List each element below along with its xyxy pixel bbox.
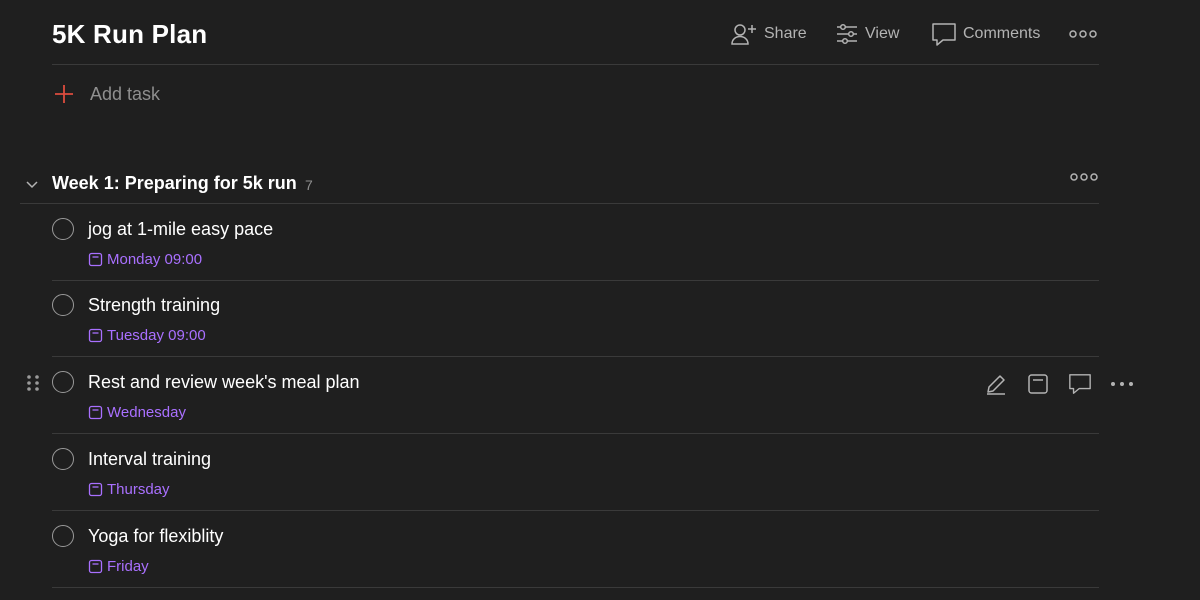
comments-label: Comments <box>963 25 1041 42</box>
task-item[interactable]: jog at 1-mile easy pace Monday 09:00 <box>52 204 1099 281</box>
due-date-label: Thursday <box>107 481 170 498</box>
task-more-button[interactable] <box>1110 372 1134 396</box>
section-title[interactable]: Week 1: Preparing for 5k run <box>52 173 297 194</box>
task-comment-button[interactable] <box>1068 372 1092 396</box>
more-horizontal-icon[interactable] <box>1070 172 1098 182</box>
page-header: 5K Run Plan Share View Comments <box>52 0 1099 65</box>
task-hover-actions <box>984 372 1134 396</box>
task-item[interactable]: Yoga for flexiblity Friday <box>52 511 1099 588</box>
task-name[interactable]: jog at 1-mile easy pace <box>88 219 273 240</box>
task-checkbox[interactable] <box>52 371 74 393</box>
view-sliders-icon <box>837 23 857 45</box>
section-task-count: 7 <box>305 177 313 193</box>
task-due-date[interactable]: Wednesday <box>88 404 186 421</box>
share-button[interactable]: Share <box>730 20 807 48</box>
more-horizontal-icon <box>1069 30 1097 38</box>
calendar-icon <box>88 405 103 420</box>
share-person-icon <box>731 24 756 45</box>
due-date-label: Friday <box>107 558 149 575</box>
comment-icon <box>1069 374 1091 394</box>
task-due-date[interactable]: Monday 09:00 <box>88 251 202 268</box>
page-title: 5K Run Plan <box>52 19 208 49</box>
comments-button[interactable]: Comments <box>931 20 1040 48</box>
due-date-label: Monday 09:00 <box>107 251 203 268</box>
task-checkbox[interactable] <box>52 525 74 547</box>
set-due-date-button[interactable] <box>1026 372 1050 396</box>
calendar-icon <box>88 252 103 267</box>
add-task-button[interactable]: Add task <box>52 80 160 108</box>
task-checkbox[interactable] <box>52 218 74 240</box>
task-name[interactable]: Strength training <box>88 295 220 316</box>
calendar-icon <box>88 328 103 343</box>
due-date-icon <box>1028 374 1048 394</box>
task-name[interactable]: Interval training <box>88 449 211 470</box>
drag-handle-icon[interactable] <box>26 374 40 392</box>
task-checkbox[interactable] <box>52 448 74 470</box>
task-item[interactable]: Strength training Tuesday 09:00 <box>52 280 1099 357</box>
due-date-label: Tuesday 09:00 <box>107 327 206 344</box>
section-header: Week 1: Preparing for 5k run 7 <box>20 168 1099 204</box>
task-item[interactable]: Interval training Thursday <box>52 434 1099 511</box>
task-due-date[interactable]: Friday <box>88 558 149 575</box>
task-checkbox[interactable] <box>52 294 74 316</box>
comment-icon <box>932 23 956 46</box>
chevron-down-icon[interactable] <box>24 176 40 192</box>
add-task-label: Add task <box>90 83 161 104</box>
project-more-button[interactable] <box>1069 20 1097 48</box>
task-due-date[interactable]: Thursday <box>88 481 170 498</box>
task-name[interactable]: Rest and review week's meal plan <box>88 372 360 393</box>
plus-icon <box>55 85 73 103</box>
share-label: Share <box>764 25 807 42</box>
task-name[interactable]: Yoga for flexiblity <box>88 526 223 547</box>
due-date-label: Wednesday <box>107 404 186 421</box>
calendar-icon <box>88 482 103 497</box>
edit-icon <box>987 375 1005 395</box>
edit-task-button[interactable] <box>984 372 1008 396</box>
calendar-icon <box>88 559 103 574</box>
more-horizontal-icon <box>1111 382 1133 386</box>
view-label: View <box>865 25 900 42</box>
view-button[interactable]: View <box>835 20 899 48</box>
task-item[interactable]: Rest and review week's meal plan Wednesd… <box>52 357 1099 434</box>
task-due-date[interactable]: Tuesday 09:00 <box>88 327 206 344</box>
